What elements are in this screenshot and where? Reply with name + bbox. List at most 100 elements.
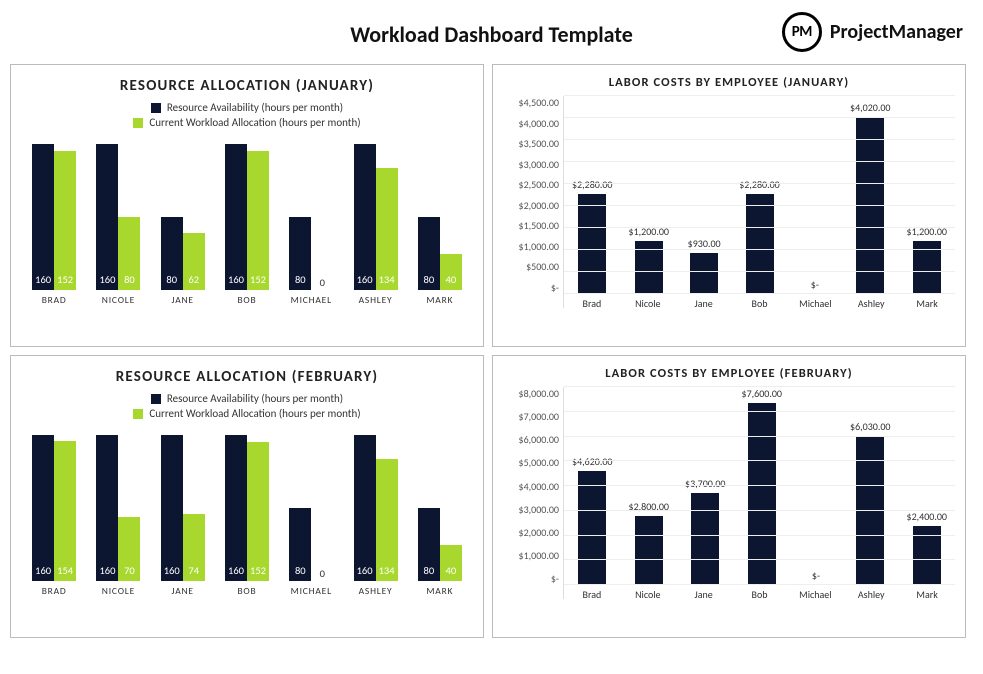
chart-data-label: $7,600.00 (742, 387, 783, 400)
chart-data-label: 80 (295, 564, 306, 577)
chart-y-tick: $1,500.00 (519, 219, 560, 232)
chart-data-label: 80 (424, 273, 435, 286)
chart-plot-area: 1601521608080621601528001601348040 (21, 135, 473, 290)
chart-y-tick: $- (551, 281, 559, 294)
legend-swatch-lime-icon (133, 409, 143, 419)
legend-label: Current Workload Allocation (hours per m… (149, 407, 360, 420)
chart-bar: 160 (354, 144, 376, 290)
chart-bar: 80 (118, 217, 140, 290)
chart-bar-group: 16074 (156, 426, 210, 581)
chart-bar-column: $2,800.00 (629, 387, 670, 585)
chart-x-tick: Bob (740, 588, 780, 601)
chart-data-label: 0 (320, 567, 325, 580)
chart-bar: 160 (225, 144, 247, 290)
chart-bar-group: 80 0 (284, 426, 338, 581)
chart-x-tick: Michael (795, 297, 835, 310)
legend-swatch-dark-icon (151, 103, 161, 113)
chart-data-label: 152 (250, 564, 266, 577)
chart-data-label: 152 (250, 273, 266, 286)
chart-data-label: 40 (446, 564, 457, 577)
chart-bar-column: $2,400.00 (907, 387, 948, 585)
chart-x-tick: Nicole (628, 588, 668, 601)
chart-x-tick: Nicole (628, 297, 668, 310)
chart-bar-group: 8040 (413, 426, 467, 581)
chart-data-label: $2,400.00 (907, 510, 948, 523)
chart-data-label: 160 (357, 564, 373, 577)
chart-title: LABOR COSTS BY EMPLOYEE (FEBRUARY) (503, 366, 955, 381)
chart-bar (746, 194, 774, 294)
chart-x-tick: Jane (684, 588, 724, 601)
chart-bar (635, 516, 663, 585)
legend-swatch-dark-icon (151, 394, 161, 404)
chart-data-label: 134 (379, 273, 395, 286)
chart-data-label: $2,800.00 (629, 500, 670, 513)
chart-bar (748, 403, 776, 585)
chart-x-tick: BOB (220, 294, 274, 306)
chart-bar (690, 253, 718, 294)
chart-x-tick: ASHLEY (348, 294, 402, 306)
chart-plot-area: 16015416070160741601528001601348040 (21, 426, 473, 581)
chart-bar: 152 (247, 151, 269, 290)
chart-bar: 160 (354, 435, 376, 581)
chart-x-tick: BOB (220, 585, 274, 597)
chart-x-tick: Michael (795, 588, 835, 601)
chart-data-label: $2,280.00 (739, 178, 780, 191)
chart-data-label: $3,700.00 (685, 477, 726, 490)
chart-bar: 160 (32, 435, 54, 581)
chart-data-label: $6,030.00 (850, 420, 891, 433)
chart-bar-column: $6,030.00 (850, 387, 891, 585)
chart-x-tick: JANE (156, 294, 210, 306)
chart-y-tick: $5,000.00 (519, 456, 560, 469)
chart-y-tick: $2,500.00 (519, 178, 560, 191)
chart-bar: 160 (32, 144, 54, 290)
chart-data-label: 134 (379, 564, 395, 577)
chart-data-label: 160 (35, 564, 51, 577)
chart-y-tick: $2,000.00 (519, 526, 560, 539)
chart-x-tick: BRAD (27, 585, 81, 597)
page-title: Workload Dashboard Template (350, 21, 633, 48)
chart-x-axis: BRADNICOLEJANEBOBMICHAELASHLEYMARK (21, 581, 473, 597)
legend-label: Resource Availability (hours per month) (167, 392, 343, 405)
chart-y-tick: $4,000.00 (519, 117, 560, 130)
chart-data-label: 80 (124, 273, 135, 286)
chart-plot-area: $2,280.00$1,200.00$930.00$2,280.00$-$4,0… (563, 96, 955, 308)
chart-bar-group: 160 134 (348, 426, 402, 581)
chart-data-label: 154 (57, 564, 73, 577)
chart-y-tick: $3,000.00 (519, 503, 560, 516)
chart-title: LABOR COSTS BY EMPLOYEE (JANUARY) (503, 75, 955, 90)
chart-bar: 70 (118, 517, 140, 581)
chart-legend: Resource Availability (hours per month) … (21, 392, 473, 420)
chart-resource-allocation-february: RESOURCE ALLOCATION (FEBRUARY) Resource … (10, 355, 484, 638)
legend-label: Current Workload Allocation (hours per m… (149, 116, 360, 129)
chart-x-tick: Ashley (851, 297, 891, 310)
chart-x-tick: MICHAEL (284, 585, 338, 597)
chart-bar (578, 194, 606, 294)
brand-logo-icon: PM (782, 12, 822, 52)
chart-bar: 152 (247, 442, 269, 581)
chart-x-tick: ASHLEY (348, 585, 402, 597)
chart-bar (691, 493, 719, 585)
chart-bar-column: $2,280.00 (572, 96, 613, 294)
brand-name: ProjectManager (830, 20, 963, 44)
chart-y-tick: $2,000.00 (519, 199, 560, 212)
chart-data-label: 160 (357, 273, 373, 286)
chart-data-label: 40 (446, 273, 457, 286)
legend-swatch-lime-icon (133, 118, 143, 128)
legend-label: Resource Availability (hours per month) (167, 101, 343, 114)
chart-bar-group: 16080 (91, 135, 145, 290)
chart-bar: 40 (440, 545, 462, 581)
chart-data-label: $2,280.00 (572, 178, 613, 191)
chart-x-tick: Brad (572, 297, 612, 310)
chart-labor-costs-february: LABOR COSTS BY EMPLOYEE (FEBRUARY) $-$1,… (492, 355, 966, 638)
chart-bar-group: 160152 (27, 135, 81, 290)
chart-data-label: 160 (164, 564, 180, 577)
chart-bar-group: 160 154 (27, 426, 81, 581)
chart-bar: 160 (96, 435, 118, 581)
chart-data-label: 152 (57, 273, 73, 286)
chart-data-label: 80 (295, 273, 306, 286)
chart-bar-column: $7,600.00 (742, 387, 783, 585)
chart-bar-column: $2,280.00 (739, 96, 780, 294)
chart-x-tick: MARK (413, 585, 467, 597)
chart-bar-column: $930.00 (685, 96, 723, 294)
chart-x-tick: Ashley (851, 588, 891, 601)
